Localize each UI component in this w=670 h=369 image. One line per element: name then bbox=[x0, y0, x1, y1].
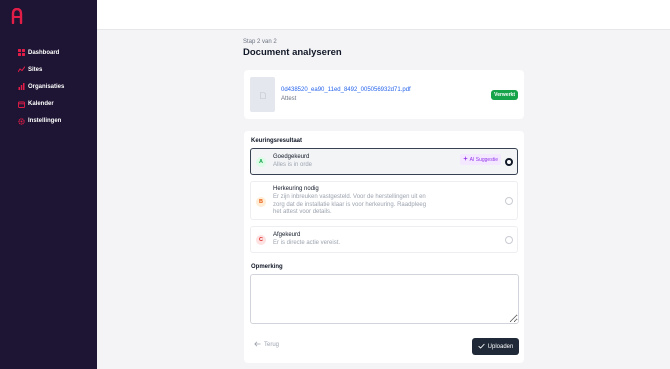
option-description: Er is directe actie vereist. bbox=[273, 240, 341, 246]
remark-textarea[interactable] bbox=[250, 274, 519, 324]
option-approved[interactable]: A Goedgekeurd Alles is in orde AI Sugges… bbox=[250, 148, 518, 175]
option-letter-badge: A bbox=[256, 157, 266, 167]
upload-button-label: Uploaden bbox=[487, 343, 514, 350]
option-rejected[interactable]: C Afgekeurd Er is directe actie vereist. bbox=[250, 226, 518, 253]
step-indicator: Stap 2 van 2 bbox=[243, 39, 277, 45]
sidebar-nav: Dashboard Sites Organisaties Kalender In… bbox=[0, 44, 97, 130]
bar-chart-icon bbox=[18, 83, 25, 91]
sidebar-item-label: Instellingen bbox=[28, 118, 62, 125]
chart-line-icon bbox=[18, 66, 25, 73]
option-description: Er zijn inbreuken vastgesteld. Voor de h… bbox=[273, 194, 427, 215]
status-badge: Verwerkt bbox=[491, 90, 518, 100]
ai-suggestion-tag: AI Suggestie bbox=[459, 154, 501, 165]
back-button-label: Terug bbox=[264, 342, 280, 348]
radio-button[interactable] bbox=[505, 158, 513, 166]
document-filename-link[interactable]: 0d438520_ea90_11ed_8492_005056932d71.pdf bbox=[281, 87, 411, 93]
sidebar-item-organisaties[interactable]: Organisaties bbox=[0, 78, 97, 95]
sidebar-item-sites[interactable]: Sites bbox=[0, 61, 97, 78]
radio-button[interactable] bbox=[505, 236, 513, 244]
sidebar-item-dashboard[interactable]: Dashboard bbox=[0, 44, 97, 61]
upload-button[interactable]: Uploaden bbox=[472, 338, 519, 355]
page-title: Document analyseren bbox=[243, 47, 342, 58]
arrow-left-icon bbox=[254, 341, 261, 349]
gear-icon bbox=[18, 118, 25, 125]
ai-suggestion-label: AI Suggestie bbox=[469, 156, 498, 163]
file-icon bbox=[259, 86, 266, 104]
sidebar-item-label: Sites bbox=[28, 66, 43, 73]
option-title: Afgekeurd bbox=[273, 232, 301, 238]
sidebar-item-label: Organisaties bbox=[28, 83, 65, 90]
sparkle-icon bbox=[462, 156, 468, 163]
top-bar bbox=[97, 0, 670, 30]
inspection-result-card: Keuringsresultaat A Goedgekeurd Alles is… bbox=[244, 131, 524, 363]
option-title: Herkeuring nodig bbox=[273, 186, 319, 192]
grid-icon bbox=[18, 49, 25, 57]
document-card: 0d438520_ea90_11ed_8492_005056932d71.pdf… bbox=[244, 70, 524, 119]
remark-label: Opmerking bbox=[251, 264, 283, 270]
option-title: Goedgekeurd bbox=[273, 154, 310, 160]
sidebar: Dashboard Sites Organisaties Kalender In… bbox=[0, 0, 97, 369]
inspection-result-label: Keuringsresultaat bbox=[251, 138, 303, 144]
sidebar-item-label: Dashboard bbox=[28, 49, 60, 56]
document-thumbnail[interactable] bbox=[250, 77, 275, 112]
option-letter-badge: B bbox=[256, 197, 266, 207]
option-description: Alles is in orde bbox=[273, 162, 313, 168]
sidebar-item-kalender[interactable]: Kalender bbox=[0, 96, 97, 113]
checkmark-icon bbox=[477, 343, 485, 351]
calendar-icon bbox=[18, 101, 25, 108]
back-button[interactable]: Terug bbox=[254, 341, 279, 349]
radio-button[interactable] bbox=[505, 197, 513, 205]
document-type: Attest bbox=[281, 96, 297, 102]
logo-icon[interactable] bbox=[10, 8, 24, 24]
option-letter-badge: C bbox=[256, 235, 266, 245]
option-reinspection[interactable]: B Herkeuring nodig Er zijn inbreuken vas… bbox=[250, 181, 518, 220]
sidebar-item-label: Kalender bbox=[28, 101, 54, 108]
sidebar-item-instellingen[interactable]: Instellingen bbox=[0, 113, 97, 130]
